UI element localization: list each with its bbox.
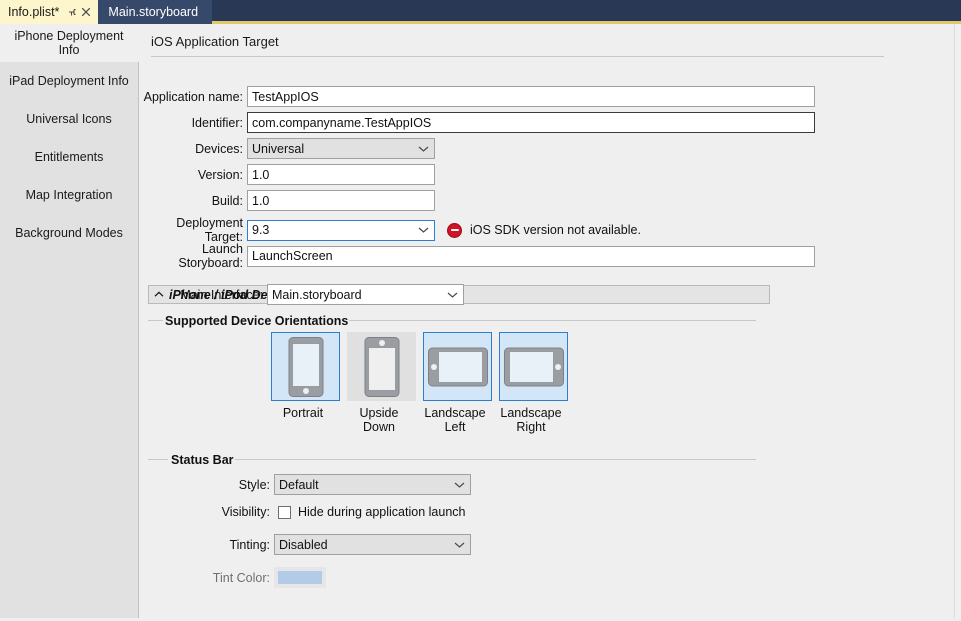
field-row-status-bar-style: Style: Default [140,474,490,495]
tint-color-swatch [278,571,322,584]
identifier-label: Identifier: [191,115,243,130]
identifier-input[interactable]: com.companyname.TestAppIOS [247,112,815,133]
sidebar-item-map-integration[interactable]: Map Integration [0,176,138,214]
hide-during-launch-checkbox[interactable] [278,505,291,519]
status-bar-rule-right [235,459,756,460]
field-row-build: Build: 1.0 [140,190,440,211]
devices-label: Devices: [195,141,243,156]
launch-storyboard-label: Launch Storyboard: [178,242,243,270]
chevron-down-icon [454,535,465,554]
status-bar-style-select-value: Default [279,477,319,492]
page-title: iOS Application Target [151,34,884,57]
field-row-identifier: Identifier: com.companyname.TestAppIOS [140,112,816,133]
chevron-down-icon [454,475,465,494]
application-name-input[interactable]: TestAppIOS [247,86,815,107]
status-bar-tinting-select-value: Disabled [279,537,328,552]
deployment-target-select[interactable]: 9.3 [247,219,435,241]
validation-message: iOS SDK version not available. [470,223,641,237]
field-row-deployment-target: Deployment Target: 9.3 iOS SDK version n… [140,216,700,244]
tint-color-picker[interactable] [274,567,326,588]
status-bar-tinting-label: Tinting: [229,537,270,552]
orientations-rule-left [148,320,163,321]
document-tab-main-storyboard[interactable]: Main.storyboard [98,0,213,24]
sidebar-item-label: Entitlements [34,150,104,164]
field-row-devices: Devices: Universal [140,138,440,159]
document-tab-info-plist[interactable]: Info.plist* [0,0,99,24]
close-icon[interactable] [79,5,92,19]
field-row-status-bar-tinting: Tinting: Disabled [140,534,490,555]
sidebar-item-label: iPad Deployment Info [9,74,129,88]
main-interface-select-value: Main.storyboard [272,287,362,302]
status-bar-style-select[interactable]: Default [274,474,471,495]
editor-main-pane: iOS Application Target Application name:… [140,24,954,618]
phone-upside-down-icon [364,336,399,397]
orientation-tile-upside-down[interactable] [347,332,416,401]
launch-storyboard-input[interactable]: LaunchScreen [247,245,815,267]
field-row-application-name: Application name: TestAppIOS [140,86,816,107]
build-label: Build: [211,193,243,208]
phone-portrait-icon [288,336,323,397]
application-name-label: Application name: [143,89,243,104]
orientations-caption: Supported Device Orientations [165,314,349,328]
field-row-main-interface: Main Interface: Main.storyboard [140,284,480,305]
status-bar-rule-left [148,459,168,460]
phone-landscape-left-icon [427,347,488,386]
tint-color-label: Tint Color: [212,570,270,585]
hide-during-launch-label: Hide during application launch [298,505,466,519]
hide-during-launch-checkbox-group[interactable]: Hide during application launch [278,505,465,519]
orientation-tile-portrait[interactable] [271,332,340,401]
orientation-label-landscape-right: Landscape Right [500,406,562,434]
devices-select[interactable]: Universal [247,138,435,159]
sidebar-item-label: Map Integration [25,188,113,202]
phone-landscape-right-icon [503,347,564,386]
document-tab-strip: Info.plist* Main.storyboard [0,0,961,24]
field-row-tint-color: Tint Color: [140,567,490,588]
orientation-tile-landscape-right[interactable] [499,332,568,401]
sidebar-item-label: Background Modes [15,226,123,240]
field-row-version: Version: 1.0 [140,164,440,185]
category-sidebar: iPhone Deployment Info iPad Deployment I… [0,24,139,618]
sidebar-item-label: Universal Icons [26,112,112,126]
orientations-rule-right [349,320,756,321]
devices-select-value: Universal [252,141,305,156]
field-row-launch-storyboard: Launch Storyboard: LaunchScreen [140,242,816,270]
version-input[interactable]: 1.0 [247,164,435,185]
build-input[interactable]: 1.0 [247,190,435,211]
vertical-scrollbar[interactable] [954,24,961,618]
main-interface-label: Main Interface: [180,287,263,302]
main-interface-select[interactable]: Main.storyboard [267,284,464,305]
deployment-target-select-value: 9.3 [252,223,270,237]
sidebar-item-iphone-deployment-info[interactable]: iPhone Deployment Info [0,24,139,62]
status-bar-tinting-select[interactable]: Disabled [274,534,471,555]
deployment-target-label: Deployment Target: [176,216,243,244]
document-tab-label: Info.plist* [8,5,60,19]
status-bar-style-label: Style: [238,477,270,492]
chevron-down-icon [418,221,429,240]
status-bar-caption: Status Bar [171,453,234,467]
chevron-down-icon [418,139,429,158]
pin-icon[interactable] [66,5,79,19]
field-row-status-bar-visibility: Visibility: Hide during application laun… [140,505,540,519]
sidebar-item-ipad-deployment-info[interactable]: iPad Deployment Info [0,62,138,100]
sidebar-item-universal-icons[interactable]: Universal Icons [0,100,138,138]
sidebar-item-entitlements[interactable]: Entitlements [0,138,138,176]
sidebar-item-background-modes[interactable]: Background Modes [0,214,138,252]
sidebar-item-label: iPhone Deployment Info [14,29,124,57]
validation-message-group: iOS SDK version not available. [447,222,641,238]
document-tab-label: Main.storyboard [108,5,199,19]
orientation-tile-landscape-left[interactable] [423,332,492,401]
version-label: Version: [197,167,243,182]
chevron-down-icon [447,285,458,304]
status-bar-visibility-label: Visibility: [221,505,270,519]
error-icon [447,222,462,238]
